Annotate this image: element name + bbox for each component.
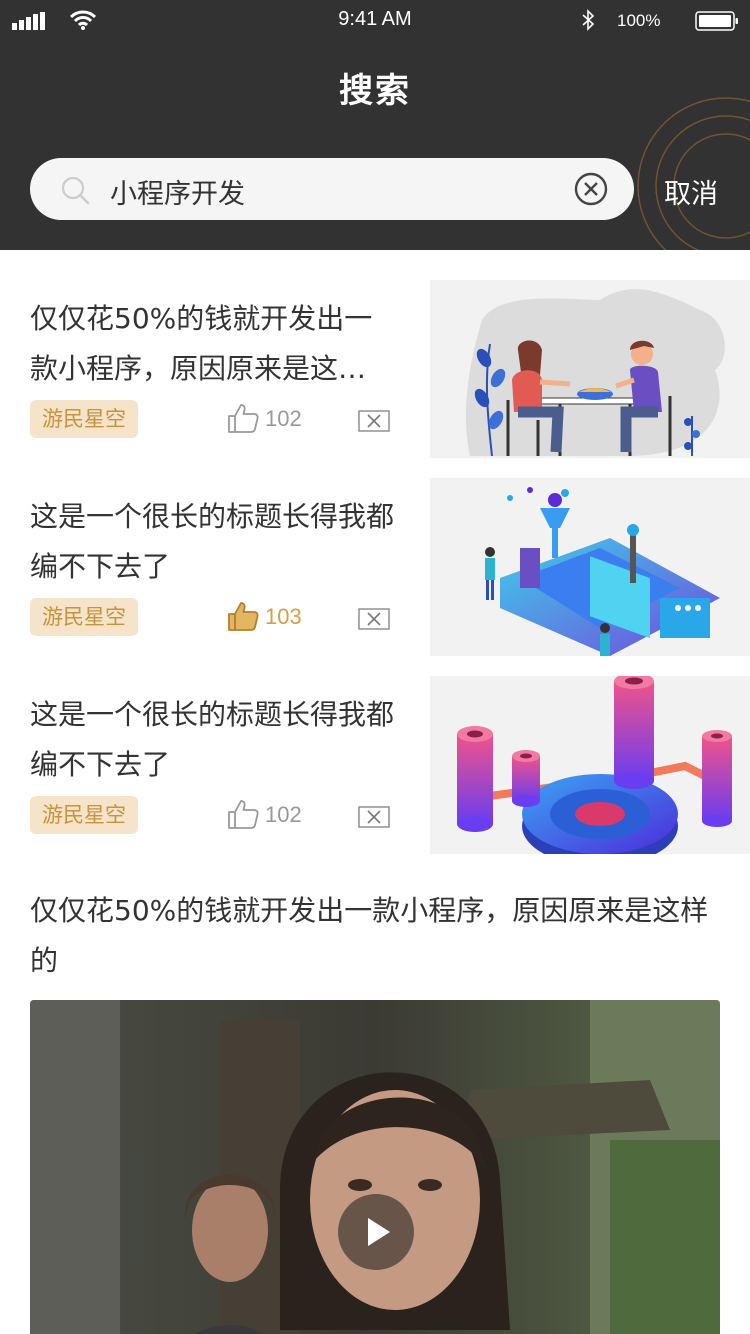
like-count: 103 [265, 604, 302, 629]
play-icon [368, 1218, 390, 1246]
search-bar[interactable]: 小程序开发 [30, 158, 634, 220]
battery-percent: 100% [617, 11, 661, 30]
dismiss-icon[interactable] [358, 410, 390, 432]
like-count: 102 [265, 406, 302, 431]
dismiss-icon[interactable] [358, 806, 390, 828]
source-tag: 游民星空 [30, 598, 138, 636]
cylinders-illustration [430, 676, 750, 854]
clear-icon[interactable] [574, 172, 608, 206]
article-thumbnail[interactable] [430, 676, 750, 854]
play-button[interactable] [338, 1194, 414, 1270]
source-tag: 游民星空 [30, 796, 138, 834]
battery-icon [695, 11, 738, 31]
header: 9:41 AM 100% 搜索 小程序开发 取消 [0, 0, 750, 250]
article-title[interactable]: 这是一个很长的标题长得我都编不下去了 [30, 492, 400, 592]
video-thumbnail [30, 1000, 720, 1334]
search-icon [61, 176, 90, 205]
article-title[interactable]: 仅仅花50%的钱就开发出一款小程序，原因原来是这… [30, 294, 400, 394]
source-tag: 游民星空 [30, 400, 138, 438]
video-player[interactable] [30, 1000, 720, 1334]
dining-illustration [430, 280, 750, 458]
bluetooth-icon [582, 9, 595, 31]
cancel-button[interactable]: 取消 [664, 172, 718, 211]
data-factory-illustration [430, 478, 750, 656]
like-count: 102 [265, 802, 302, 827]
search-input[interactable]: 小程序开发 [110, 172, 245, 211]
dismiss-icon[interactable] [358, 608, 390, 630]
thumbs-up-icon [228, 404, 259, 433]
article-item[interactable]: 这是一个很长的标题长得我都编不下去了 游民星空 102 [0, 676, 750, 854]
article-thumbnail[interactable] [430, 478, 750, 656]
article-item[interactable]: 仅仅花50%的钱就开发出一款小程序，原因原来是这… 游民星空 102 [0, 280, 750, 458]
video-article-title[interactable]: 仅仅花50%的钱就开发出一款小程序，原因原来是这样的 [30, 886, 720, 986]
article-title[interactable]: 这是一个很长的标题长得我都编不下去了 [30, 690, 400, 790]
status-bar: 9:41 AM 100% [0, 0, 750, 40]
thumbs-up-icon [228, 602, 259, 631]
article-thumbnail[interactable] [430, 280, 750, 458]
article-item[interactable]: 这是一个很长的标题长得我都编不下去了 游民星空 103 [0, 478, 750, 656]
thumbs-up-icon [228, 800, 259, 829]
